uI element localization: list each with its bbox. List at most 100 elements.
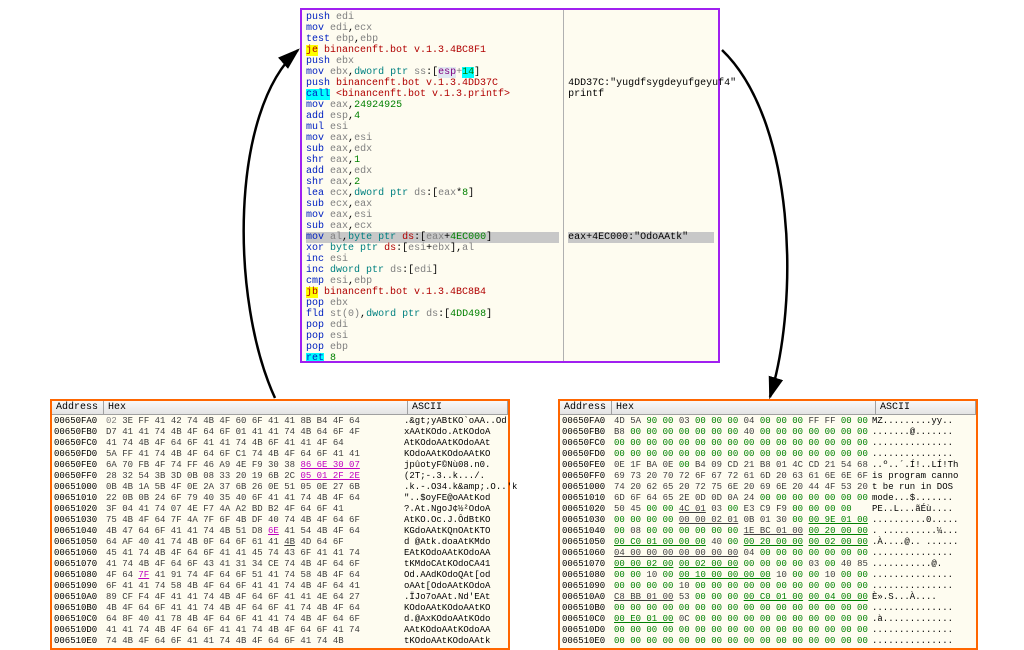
hex-row[interactable]: 0065106045 41 74 4B 4F 64 6F 41 41 45 74…: [54, 548, 506, 559]
hex-row[interactable]: 00650FD000 00 00 00 00 00 00 00 00 00 00…: [562, 449, 974, 460]
hex-row[interactable]: 006510A089 CF F4 4F 41 41 74 4B 4F 64 6F…: [54, 592, 506, 603]
asm-line[interactable]: xor byte ptr ds:[esi+ebx],al: [306, 243, 559, 254]
hex-row[interactable]: 006510804F 64 7F 41 91 74 4F 64 6F 51 41…: [54, 570, 506, 581]
hex-row[interactable]: 00650FA04D 5A 90 00 03 00 00 00 04 00 00…: [562, 416, 974, 427]
asm-line[interactable]: je binancenft.bot v.1.3.4BC8F1: [306, 45, 559, 56]
asm-line[interactable]: test ebp,ebp: [306, 34, 559, 45]
asm-line[interactable]: shr eax,1: [306, 155, 559, 166]
hex-row[interactable]: 0065102050 45 00 00 4C 01 03 00 E3 C9 F9…: [562, 504, 974, 515]
hex-row[interactable]: 006510404B 47 64 6F 41 41 74 4B 51 D8 6E…: [54, 526, 506, 537]
asm-line[interactable]: add eax,edx: [306, 166, 559, 177]
asm-line[interactable]: mov al,byte ptr ds:[eax+4EC000]: [306, 232, 559, 243]
hex-row[interactable]: 0065106004 00 00 00 00 00 00 00 04 00 00…: [562, 548, 974, 559]
hex-row[interactable]: 0065105000 C0 01 00 00 00 40 00 00 20 00…: [562, 537, 974, 548]
hex-row[interactable]: 00650FF028 32 54 3B 3D 0B 08 33 20 19 6B…: [54, 471, 506, 482]
col-hex[interactable]: Hex: [612, 401, 876, 414]
disassembly-panel[interactable]: push edimov edi,ecxtest ebp,ebpje binanc…: [300, 8, 720, 363]
hex-row[interactable]: 006510B04B 4F 64 6F 41 41 74 4B 4F 64 6F…: [54, 603, 506, 614]
hex-header-row: Address Hex ASCII: [52, 401, 508, 415]
hex-bytes: B8 00 00 00 00 00 00 00 40 00 00 00 00 0…: [614, 427, 872, 438]
asm-line[interactable]: pop esi: [306, 331, 559, 342]
col-ascii[interactable]: ASCII: [408, 401, 508, 414]
asm-line[interactable]: inc esi: [306, 254, 559, 265]
asm-line[interactable]: mov eax,24924925: [306, 100, 559, 111]
asm-line[interactable]: sub eax,ecx: [306, 221, 559, 232]
hex-row[interactable]: 00650FE06A 70 FB 4F 74 FF 46 A9 4E F9 30…: [54, 460, 506, 471]
asm-line[interactable]: cmp esi,ebp: [306, 276, 559, 287]
hex-row[interactable]: 006510D000 00 00 00 00 00 00 00 00 00 00…: [562, 625, 974, 636]
asm-line[interactable]: push edi: [306, 12, 559, 23]
hex-row[interactable]: 006510A0C8 BB 01 00 53 00 00 00 00 C0 01…: [562, 592, 974, 603]
hex-row[interactable]: 0065103075 4B 4F 64 7F 4A 7F 6F 4B DF 40…: [54, 515, 506, 526]
col-address[interactable]: Address: [560, 401, 612, 414]
hex-addr: 00651030: [562, 515, 614, 526]
hex-row[interactable]: 0065103000 00 00 00 00 00 02 01 0B 01 30…: [562, 515, 974, 526]
hex-ascii: Od.AAdKOdoQAt[od: [404, 570, 506, 581]
hex-addr: 00651070: [54, 559, 106, 570]
hex-bytes: 45 41 74 4B 4F 64 6F 41 41 45 74 43 6F 4…: [106, 548, 404, 559]
asm-line[interactable]: mov eax,esi: [306, 210, 559, 221]
hex-row[interactable]: 006510203F 04 41 74 07 4E F7 4A A2 BD B2…: [54, 504, 506, 515]
asm-line[interactable]: fld st(0),dword ptr ds:[4DD498]: [306, 309, 559, 320]
hex-bytes: 00 C0 01 00 00 00 40 00 00 20 00 00 00 0…: [614, 537, 872, 548]
col-ascii[interactable]: ASCII: [876, 401, 976, 414]
hex-addr: 00651030: [54, 515, 106, 526]
asm-line[interactable]: push binancenft.bot v.1.3.4DD37C: [306, 78, 559, 89]
hex-row[interactable]: 00650FD05A FF 41 74 4B 4F 64 6F C1 74 4B…: [54, 449, 506, 460]
col-address[interactable]: Address: [52, 401, 104, 414]
hex-row[interactable]: 006510D041 41 74 4B 4F 64 6F 41 41 74 4B…: [54, 625, 506, 636]
asm-line[interactable]: pop ebx: [306, 298, 559, 309]
hex-row[interactable]: 00650FA002 3E FF 41 42 74 4B 4F 60 6F 41…: [54, 416, 506, 427]
hex-row[interactable]: 0065107041 74 4B 4F 64 6F 43 41 31 34 CE…: [54, 559, 506, 570]
hex-row[interactable]: 0065105064 AF 40 41 74 4B 0F 64 6F 61 41…: [54, 537, 506, 548]
hex-addr: 00650FA0: [54, 416, 106, 427]
hex-row[interactable]: 0065108000 00 10 00 00 10 00 00 00 00 10…: [562, 570, 974, 581]
asm-line[interactable]: pop ebp: [306, 342, 559, 353]
hex-row[interactable]: 0065100074 20 62 65 20 72 75 6E 20 69 6E…: [562, 482, 974, 493]
hex-dump-decrypted[interactable]: Address Hex ASCII 00650FA04D 5A 90 00 03…: [558, 399, 978, 650]
hex-bytes: 3F 04 41 74 07 4E F7 4A A2 BD B2 4F 64 6…: [106, 504, 404, 515]
hex-row[interactable]: 006510000B 4B 1A 5B 4F 0E 2A 37 6B 26 0E…: [54, 482, 506, 493]
hex-row[interactable]: 006510B000 00 00 00 00 00 00 00 00 00 00…: [562, 603, 974, 614]
hex-row[interactable]: 00650FC041 74 4B 4F 64 6F 41 41 74 4B 6F…: [54, 438, 506, 449]
hex-row[interactable]: 0065104000 08 00 00 00 00 00 00 1E BC 01…: [562, 526, 974, 537]
asm-line[interactable]: ret 8: [306, 353, 559, 361]
asm-line[interactable]: pop edi: [306, 320, 559, 331]
hex-addr: 00650FE0: [54, 460, 106, 471]
asm-line[interactable]: shr eax,2: [306, 177, 559, 188]
hex-row[interactable]: 006510906F 41 41 74 58 4B 4F 64 6F 41 41…: [54, 581, 506, 592]
hex-addr: 00650FC0: [562, 438, 614, 449]
asm-line[interactable]: call <binancenft.bot v.1.3.printf>: [306, 89, 559, 100]
asm-line[interactable]: push ebx: [306, 56, 559, 67]
asm-line[interactable]: inc dword ptr ds:[edi]: [306, 265, 559, 276]
hex-addr: 00651050: [562, 537, 614, 548]
hex-bytes: 6A 70 FB 4F 74 FF 46 A9 4E F9 30 38 86 6…: [106, 460, 404, 471]
hex-row[interactable]: 00650FB0B8 00 00 00 00 00 00 00 40 00 00…: [562, 427, 974, 438]
hex-bytes: 6D 6F 64 65 2E 0D 0D 0A 24 00 00 00 00 0…: [614, 493, 872, 504]
hex-row[interactable]: 006510106D 6F 64 65 2E 0D 0D 0A 24 00 00…: [562, 493, 974, 504]
asm-line[interactable]: mov eax,esi: [306, 133, 559, 144]
hex-row[interactable]: 0065107000 00 02 00 00 02 00 00 00 00 00…: [562, 559, 974, 570]
hex-row[interactable]: 00650FE00E 1F BA 0E 00 B4 09 CD 21 B8 01…: [562, 460, 974, 471]
asm-line[interactable]: mul esi: [306, 122, 559, 133]
hex-row[interactable]: 0065101022 0B 0B 24 6F 79 40 35 40 6F 41…: [54, 493, 506, 504]
hex-row[interactable]: 0065109000 00 00 00 10 00 00 00 00 00 00…: [562, 581, 974, 592]
hex-row[interactable]: 006510E000 00 00 00 00 00 00 00 00 00 00…: [562, 636, 974, 647]
hex-bytes: 69 73 20 70 72 6F 67 72 61 6D 20 63 61 6…: [614, 471, 872, 482]
asm-line[interactable]: sub ecx,eax: [306, 199, 559, 210]
col-hex[interactable]: Hex: [104, 401, 408, 414]
asm-line[interactable]: lea ecx,dword ptr ds:[eax*8]: [306, 188, 559, 199]
hex-addr: 00651040: [54, 526, 106, 537]
hex-row[interactable]: 00650FB0D7 41 41 74 4B 4F 64 6F 01 41 41…: [54, 427, 506, 438]
hex-row[interactable]: 00650FF069 73 20 70 72 6F 67 72 61 6D 20…: [562, 471, 974, 482]
asm-line[interactable]: sub eax,edx: [306, 144, 559, 155]
asm-line[interactable]: jb binancenft.bot v.1.3.4BC8B4: [306, 287, 559, 298]
asm-line[interactable]: mov edi,ecx: [306, 23, 559, 34]
hex-row[interactable]: 006510E074 4B 4F 64 6F 41 41 74 4B 4F 64…: [54, 636, 506, 647]
asm-line[interactable]: mov ebx,dword ptr ss:[esp+14]: [306, 67, 559, 78]
hex-bytes: 41 74 4B 4F 64 6F 41 41 74 4B 6F 41 41 4…: [106, 438, 404, 449]
hex-addr: 00651040: [562, 526, 614, 537]
hex-row[interactable]: 00650FC000 00 00 00 00 00 00 00 00 00 00…: [562, 438, 974, 449]
asm-line[interactable]: add esp,4: [306, 111, 559, 122]
hex-dump-encrypted[interactable]: Address Hex ASCII 00650FA002 3E FF 41 42…: [50, 399, 510, 650]
